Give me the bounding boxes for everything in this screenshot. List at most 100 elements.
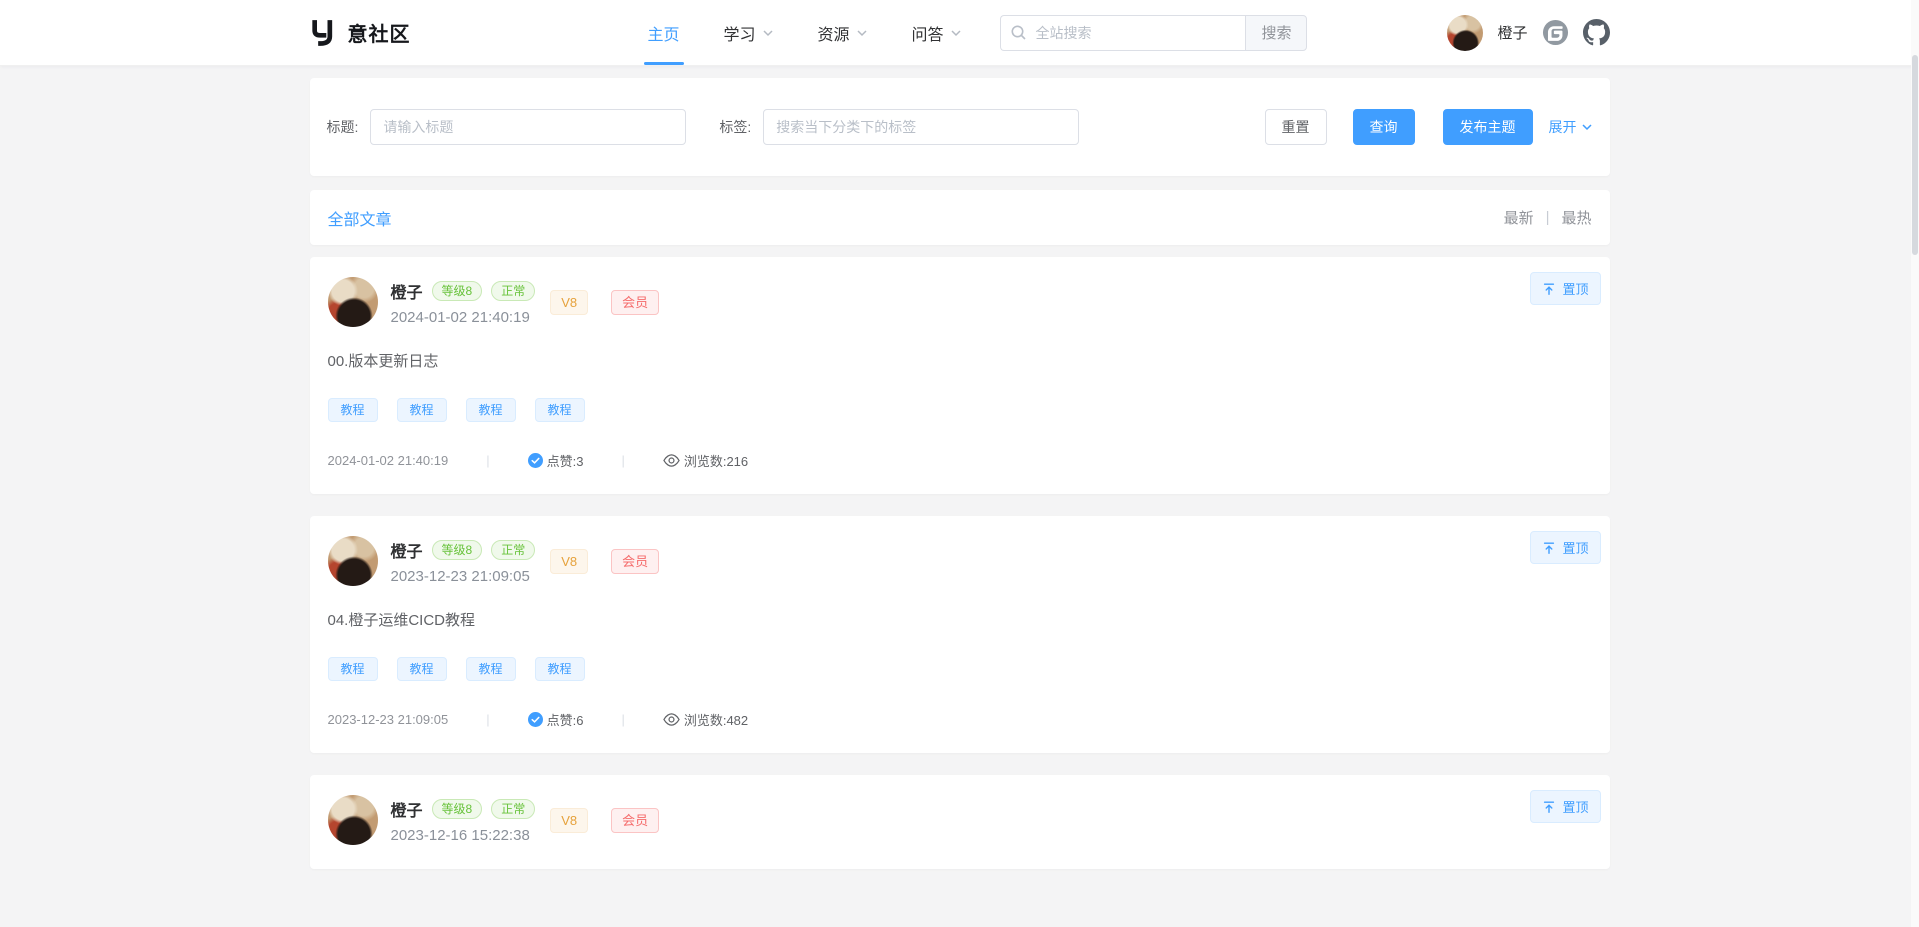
avatar[interactable]: [328, 795, 378, 845]
nav-item-home[interactable]: 主页: [626, 0, 702, 65]
pin-label: 置顶: [1562, 797, 1588, 816]
user-area: 橙子: [1447, 15, 1609, 51]
views-label: 浏览数:482: [684, 710, 748, 729]
vip-badge: V8: [550, 808, 588, 833]
stat-separator: |: [486, 453, 489, 468]
username[interactable]: 橙子: [1497, 22, 1527, 43]
post-user-row: 橙子 等级8 正常 2024-01-02 21:40:19 V8 会员: [328, 277, 1592, 327]
chevron-down-icon: [950, 27, 962, 39]
brand-title: 意社区: [348, 18, 411, 47]
chevron-down-icon: [762, 27, 774, 39]
query-button[interactable]: 查询: [1353, 109, 1415, 145]
nav-item-resource[interactable]: 资源: [796, 0, 890, 65]
post-time: 2023-12-23 21:09:05: [328, 712, 449, 727]
post-tags: 教程 教程 教程 教程: [328, 657, 1592, 681]
post-created-time: 2023-12-23 21:09:05: [391, 568, 536, 585]
tag-chip[interactable]: 教程: [466, 657, 516, 681]
avatar[interactable]: [1447, 15, 1483, 51]
tag-chip[interactable]: 教程: [328, 657, 378, 681]
search-icon: [1010, 24, 1027, 41]
pin-label: 置顶: [1562, 538, 1588, 557]
stat-separator: |: [621, 712, 624, 727]
filter-panel: 标题: 标签: 重置 查询 发布主题 展开: [310, 78, 1610, 176]
post-user-row: 橙子 等级8 正常 2023-12-23 21:09:05 V8 会员: [328, 536, 1592, 586]
avatar[interactable]: [328, 536, 378, 586]
post-time: 2024-01-02 21:40:19: [328, 453, 449, 468]
views-label: 浏览数:216: [684, 451, 748, 470]
chevron-down-icon: [856, 27, 868, 39]
stat-separator: |: [621, 453, 624, 468]
pin-top-icon: [1542, 800, 1556, 814]
scrollbar: [1911, 0, 1919, 927]
nav-item-qa-label: 问答: [912, 21, 944, 45]
likes-stat: 点赞:3: [528, 451, 584, 470]
expand-toggle[interactable]: 展开: [1549, 117, 1593, 137]
tag-filter-label: 标签:: [719, 117, 751, 137]
pin-label: 置顶: [1562, 279, 1588, 298]
pin-to-top-button[interactable]: 置顶: [1530, 272, 1600, 305]
vip-badge: V8: [550, 290, 588, 315]
post-card: 置顶 橙子 等级8 正常 2023-12-16 15:22:38 V8 会员: [310, 775, 1610, 869]
level-badge: 等级8: [432, 281, 483, 301]
pin-to-top-button[interactable]: 置顶: [1530, 790, 1600, 823]
chevron-down-icon: [1581, 121, 1593, 133]
tag-chip[interactable]: 教程: [328, 398, 378, 422]
title-filter-input[interactable]: [370, 109, 686, 145]
publish-topic-button[interactable]: 发布主题: [1443, 109, 1533, 145]
post-author[interactable]: 橙子: [391, 797, 423, 821]
post-created-time: 2024-01-02 21:40:19: [391, 309, 536, 326]
search-input[interactable]: [1000, 15, 1245, 51]
brand-logo-icon: [310, 19, 338, 47]
main-nav: 主页 学习 资源 问答: [626, 0, 984, 65]
likes-stat: 点赞:6: [528, 710, 584, 729]
post-stats: 2023-12-23 21:09:05 | 点赞:6 | 浏览数:482: [328, 710, 1592, 729]
nav-item-study[interactable]: 学习: [702, 0, 796, 65]
avatar[interactable]: [328, 277, 378, 327]
post-created-time: 2023-12-16 15:22:38: [391, 827, 536, 844]
search-button[interactable]: 搜索: [1245, 15, 1307, 51]
stat-separator: |: [486, 712, 489, 727]
reset-button[interactable]: 重置: [1265, 109, 1327, 145]
nav-item-qa[interactable]: 问答: [890, 0, 984, 65]
scrollbar-thumb[interactable]: [1912, 55, 1918, 255]
tag-chip[interactable]: 教程: [397, 657, 447, 681]
tag-chip[interactable]: 教程: [466, 398, 516, 422]
status-badge: 正常: [491, 540, 535, 560]
check-circle-icon: [528, 453, 543, 468]
pin-to-top-button[interactable]: 置顶: [1530, 531, 1600, 564]
post-author[interactable]: 橙子: [391, 538, 423, 562]
sort-newest[interactable]: 最新: [1504, 207, 1534, 228]
tag-filter-input[interactable]: [763, 109, 1079, 145]
expand-label: 展开: [1549, 117, 1577, 137]
level-badge: 等级8: [432, 799, 483, 819]
sort-options: 最新 | 最热: [1504, 207, 1592, 228]
brand[interactable]: 意社区: [310, 18, 411, 47]
post-stats: 2024-01-02 21:40:19 | 点赞:3 | 浏览数:216: [328, 451, 1592, 470]
tag-chip[interactable]: 教程: [535, 657, 585, 681]
member-badge: 会员: [611, 808, 659, 833]
sort-hottest[interactable]: 最热: [1561, 207, 1591, 228]
top-navbar: 意社区 主页 学习 资源 问答: [0, 0, 1919, 66]
likes-label: 点赞:6: [547, 710, 584, 729]
post-author[interactable]: 橙子: [391, 279, 423, 303]
post-card: 置顶 橙子 等级8 正常 2023-12-23 21:09:05 V8 会员 0…: [310, 516, 1610, 753]
filter-actions: 重置 查询 发布主题 展开: [1265, 109, 1593, 145]
post-user-row: 橙子 等级8 正常 2023-12-16 15:22:38 V8 会员: [328, 795, 1592, 845]
pin-top-icon: [1542, 541, 1556, 555]
post-card: 置顶 橙子 等级8 正常 2024-01-02 21:40:19 V8 会员 0…: [310, 257, 1610, 494]
tag-chip[interactable]: 教程: [397, 398, 447, 422]
gitee-icon[interactable]: [1542, 19, 1569, 46]
nav-item-home-label: 主页: [648, 21, 680, 45]
tag-chip[interactable]: 教程: [535, 398, 585, 422]
github-icon[interactable]: [1583, 19, 1610, 46]
level-badge: 等级8: [432, 540, 483, 560]
likes-label: 点赞:3: [547, 451, 584, 470]
status-badge: 正常: [491, 799, 535, 819]
post-title[interactable]: 00.版本更新日志: [328, 350, 1592, 371]
all-articles-link[interactable]: 全部文章: [328, 206, 392, 230]
site-search: 搜索: [1000, 15, 1307, 51]
post-title[interactable]: 04.橙子运维CICD教程: [328, 609, 1592, 630]
nav-item-resource-label: 资源: [818, 21, 850, 45]
views-stat: 浏览数:216: [663, 451, 748, 470]
sort-separator: |: [1546, 209, 1550, 226]
